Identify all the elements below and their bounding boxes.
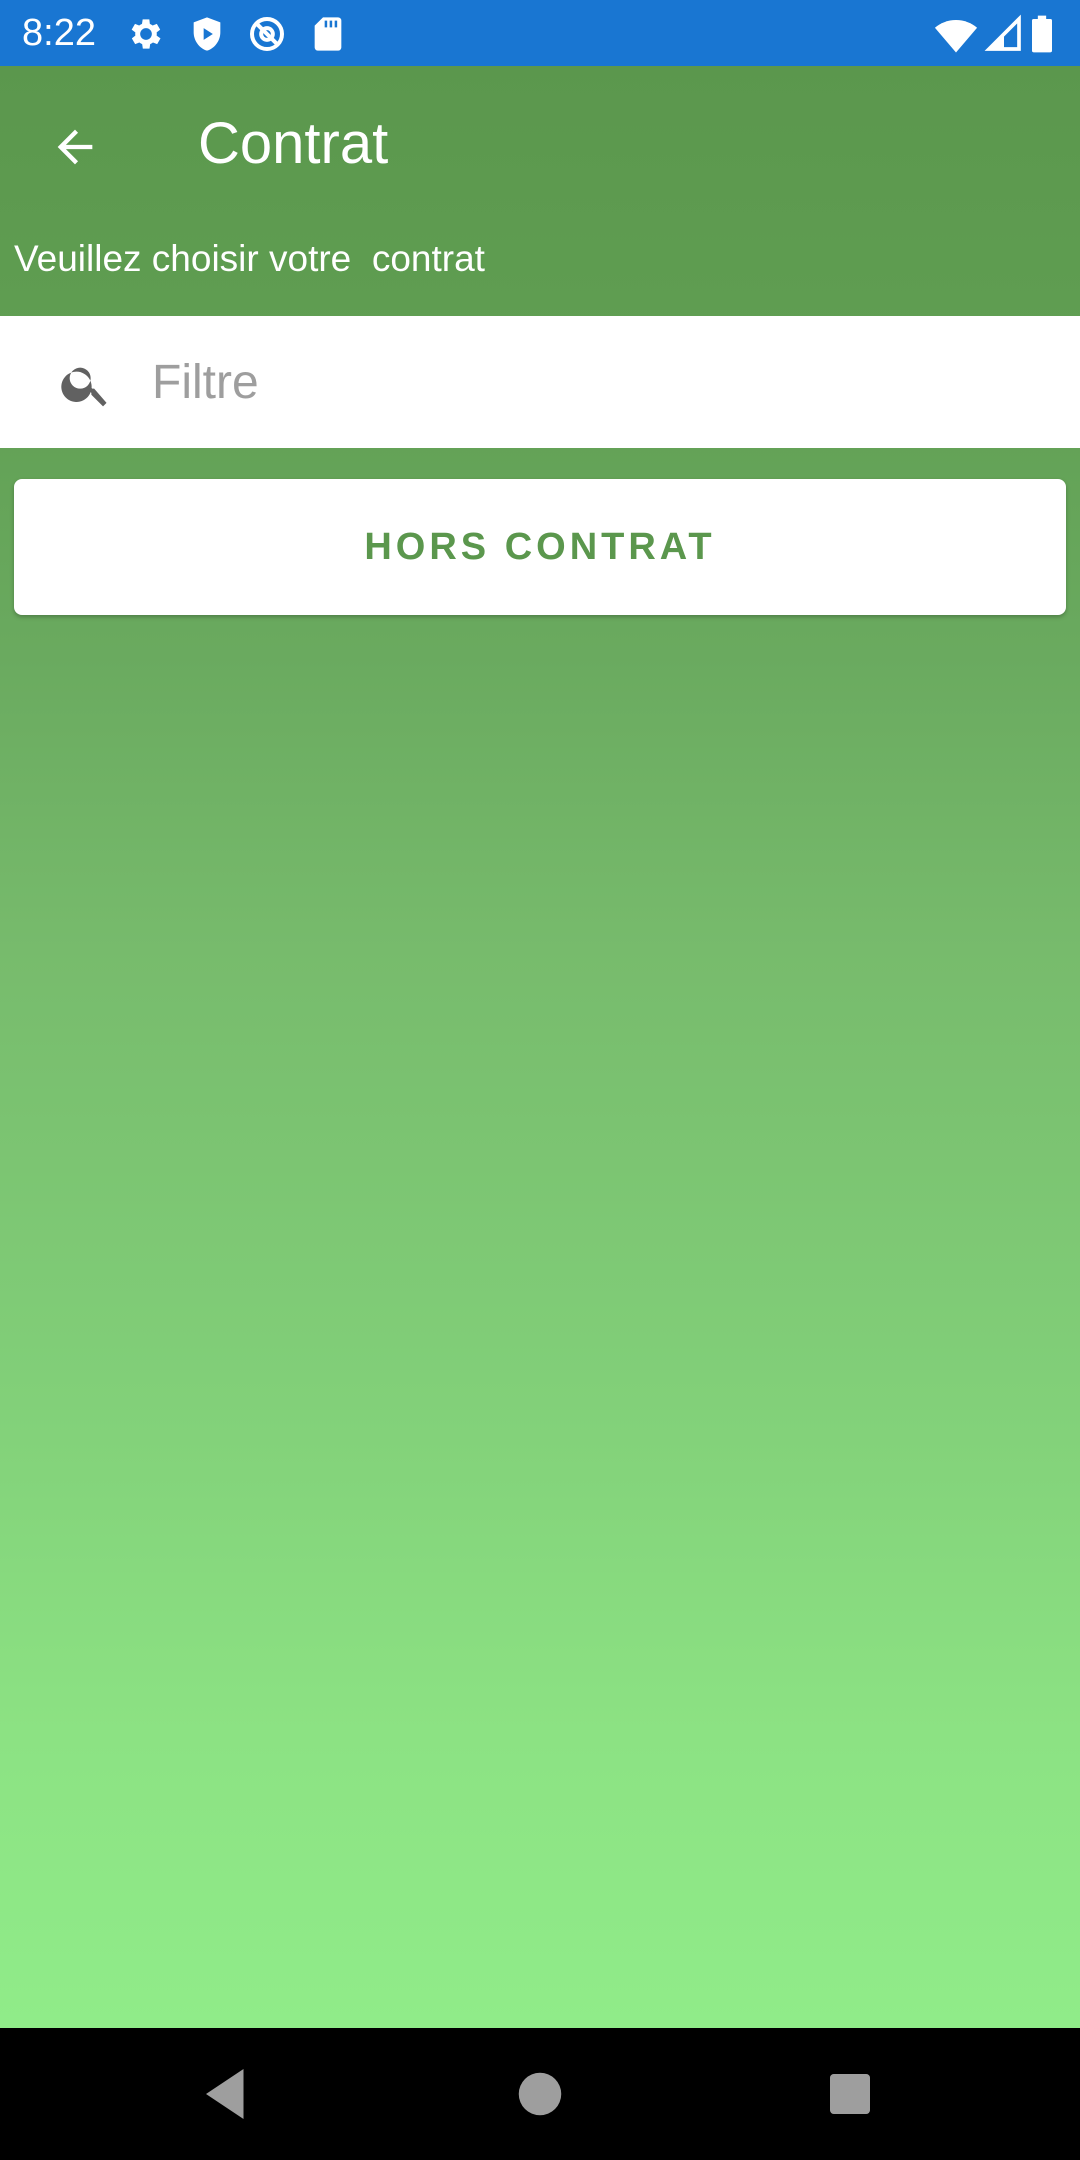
at-sign-icon [247, 14, 287, 54]
gear-icon [126, 14, 166, 54]
back-button[interactable] [38, 112, 112, 186]
search-input[interactable] [152, 346, 1032, 418]
battery-icon [1030, 14, 1060, 54]
cell-signal-icon [984, 14, 1024, 54]
app-content: Contrat Veuillez choisir votre contrat H… [0, 66, 1080, 2028]
phone-screen: 8:22 Contrat Veuillez choisir votre cont… [0, 0, 1080, 2160]
nav-back-button[interactable] [196, 2064, 256, 2124]
page-title: Contrat [198, 111, 389, 176]
page-subtitle: Veuillez choisir votre contrat [14, 238, 485, 279]
back-triangle-icon [196, 2064, 256, 2124]
navigation-bar [0, 2028, 1080, 2160]
shield-play-icon [187, 14, 227, 54]
home-circle-icon [510, 2064, 570, 2124]
wifi-icon [934, 14, 978, 54]
arrow-back-icon [49, 121, 101, 178]
search-bar [0, 316, 1080, 448]
contract-option-button[interactable]: HORS CONTRAT [14, 479, 1066, 615]
recents-square-icon [820, 2064, 880, 2124]
search-icon [58, 356, 114, 412]
status-time: 8:22 [22, 12, 96, 54]
toolbar: Contrat [0, 66, 1080, 222]
status-bar: 8:22 [0, 0, 1080, 66]
nav-home-button[interactable] [510, 2064, 570, 2124]
nav-recents-button[interactable] [820, 2064, 880, 2124]
contract-option-label: HORS CONTRAT [364, 525, 716, 568]
sd-card-icon [308, 14, 348, 54]
